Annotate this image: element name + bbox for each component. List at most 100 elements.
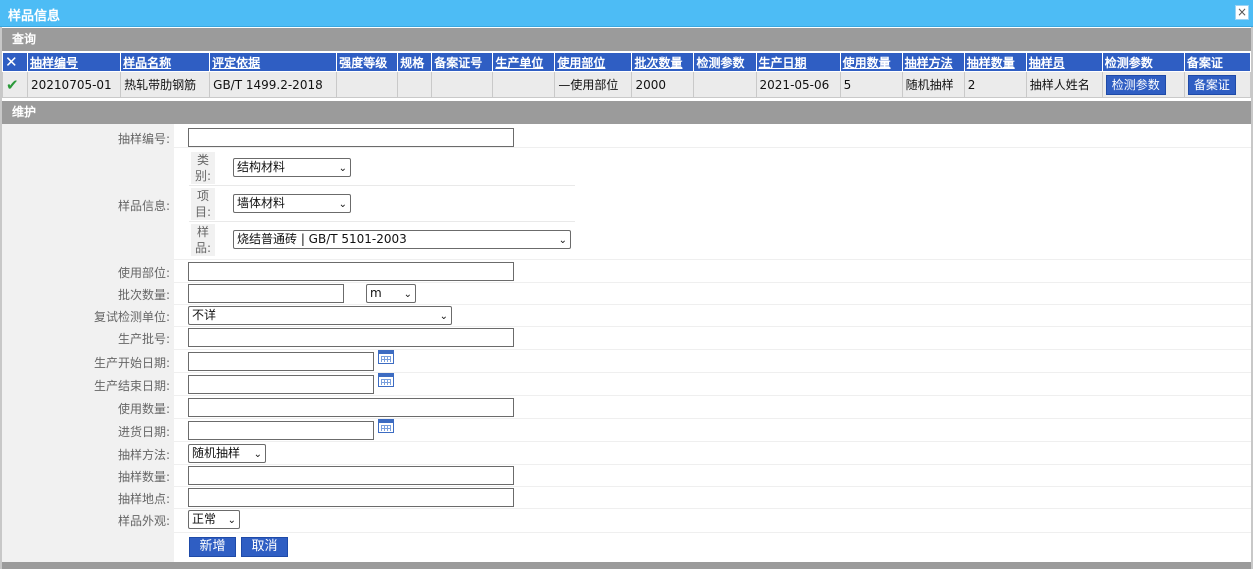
appearance-select[interactable]: 正常 ⌄ [188, 510, 240, 529]
col-basis[interactable]: 评定依据 [209, 52, 338, 72]
item-select[interactable]: 墙体材料 ⌄ [233, 194, 351, 213]
cell-producer [492, 71, 556, 98]
col-sample-name[interactable]: 样品名称 [120, 52, 211, 72]
record-cert-button[interactable]: 备案证 [1187, 74, 1236, 95]
x-icon[interactable]: ✕ [5, 54, 18, 71]
cell-basis: GB/T 1499.2-2018 [209, 71, 338, 98]
col-method[interactable]: 抽样方法 [901, 52, 965, 72]
row-select[interactable]: ✔ [1, 71, 29, 98]
label-sample: 样品: [191, 224, 215, 256]
col-sample-no[interactable]: 抽样编号 [27, 52, 122, 72]
sample-table: ✕ 抽样编号 样品名称 评定依据 强度等级 规格 备案证号 生产单位 使用部位 … [1, 52, 1252, 98]
label-sample-qty: 抽样数量: [117, 470, 170, 484]
row-divider [174, 304, 1251, 305]
row-divider [174, 441, 1251, 442]
col-use-qty[interactable]: 使用数量 [839, 52, 903, 72]
sample-info-group: 类别: 结构材料 ⌄ 项目: 墙体材料 ⌄ 样品: 烧结普通砖 | GB/T 510… [189, 150, 575, 258]
col-params-action: 检测参数 [1101, 52, 1185, 72]
row-divider [174, 508, 1251, 509]
cell-sample-qty: 2 [963, 71, 1027, 98]
label-use-location: 使用部位: [117, 266, 170, 280]
cell-spec [397, 71, 433, 98]
row-divider [174, 349, 1251, 350]
cell-use-location: —使用部位 [554, 71, 633, 98]
chevron-down-icon: ⌄ [253, 449, 262, 460]
cell-record-no [431, 71, 494, 98]
col-batch-qty[interactable]: 批次数量 [631, 52, 695, 72]
row-divider [174, 259, 1251, 260]
calendar-icon[interactable] [378, 373, 394, 387]
cell-test-params [693, 71, 757, 98]
category-select[interactable]: 结构材料 ⌄ [233, 158, 351, 177]
batch-unit-value: m [370, 286, 382, 300]
appearance-value: 正常 [192, 512, 217, 526]
use-qty-input[interactable] [188, 398, 514, 417]
close-icon[interactable]: × [1235, 5, 1249, 20]
cancel-button[interactable]: 取消 [241, 537, 288, 557]
sample-qty-input[interactable] [188, 466, 514, 485]
delete-column-header[interactable]: ✕ [1, 52, 29, 72]
prod-end-input[interactable] [188, 375, 374, 394]
col-record-action: 备案证 [1183, 52, 1252, 72]
label-prod-end: 生产结束日期: [93, 379, 170, 393]
chevron-down-icon: ⌄ [338, 199, 347, 210]
section-maintain: 维护 [2, 101, 1251, 124]
col-strength: 强度等级 [336, 52, 399, 72]
label-item: 项目: [191, 188, 215, 220]
prod-batch-input[interactable] [188, 328, 514, 347]
row-divider [174, 282, 1251, 283]
cell-sample-no: 20210705-01 [27, 71, 122, 98]
nested-divider [189, 221, 575, 222]
col-sampler[interactable]: 抽样员 [1025, 52, 1103, 72]
label-prod-batch: 生产批号: [117, 332, 170, 346]
cell-sample-name: 热轧带肋钢筋 [120, 71, 211, 98]
col-test-params: 检测参数 [693, 52, 757, 72]
label-batch-qty: 批次数量: [117, 288, 170, 302]
check-icon[interactable]: ✔ [6, 76, 19, 94]
label-retest-unit: 复试检测单位: [93, 310, 170, 324]
cell-record-action: 备案证 [1183, 71, 1252, 98]
batch-qty-input[interactable] [188, 284, 344, 303]
label-prod-start: 生产开始日期: [93, 356, 170, 370]
row-divider [174, 464, 1251, 465]
label-location: 抽样地点: [117, 492, 170, 506]
test-params-button[interactable]: 检测参数 [1105, 74, 1166, 95]
prod-start-input[interactable] [188, 352, 374, 371]
label-appearance: 样品外观: [117, 514, 170, 528]
col-sample-qty[interactable]: 抽样数量 [963, 52, 1027, 72]
label-purchase-date: 进货日期: [117, 425, 170, 439]
location-input[interactable] [188, 488, 514, 507]
sample-value: 烧结普通砖 | GB/T 5101-2003 [237, 232, 407, 246]
method-select[interactable]: 随机抽样 ⌄ [188, 444, 266, 463]
window-title: 样品信息 [8, 9, 61, 24]
chevron-down-icon: ⌄ [338, 163, 347, 174]
item-value: 墙体材料 [237, 196, 286, 210]
section-query: 查询 [2, 28, 1251, 51]
chevron-down-icon: ⌄ [403, 289, 412, 300]
col-use-location[interactable]: 使用部位 [554, 52, 633, 72]
table-row[interactable]: ✔ 20210705-01 热轧带肋钢筋 GB/T 1499.2-2018 —使… [1, 71, 1252, 98]
retest-unit-select[interactable]: 不详 ⌄ [188, 306, 452, 325]
batch-unit-select[interactable]: m ⌄ [366, 284, 416, 303]
sample-select[interactable]: 烧结普通砖 | GB/T 5101-2003 ⌄ [233, 230, 571, 249]
use-location-input[interactable] [188, 262, 514, 281]
retest-unit-value: 不详 [192, 308, 217, 322]
sample-no-input[interactable] [188, 128, 514, 147]
bottom-bar [2, 562, 1251, 569]
chevron-down-icon: ⌄ [439, 311, 448, 322]
purchase-date-input[interactable] [188, 421, 374, 440]
col-prod-date[interactable]: 生产日期 [755, 52, 841, 72]
label-use-qty: 使用数量: [117, 402, 170, 416]
col-producer[interactable]: 生产单位 [492, 52, 556, 72]
calendar-icon[interactable] [378, 419, 394, 433]
label-sample-no: 抽样编号: [117, 132, 170, 146]
nested-divider [189, 185, 575, 186]
calendar-icon[interactable] [378, 350, 394, 364]
cell-strength [336, 71, 399, 98]
category-value: 结构材料 [237, 160, 286, 174]
chevron-down-icon: ⌄ [227, 515, 236, 526]
label-method: 抽样方法: [117, 448, 170, 462]
chevron-down-icon: ⌄ [558, 235, 567, 246]
add-button[interactable]: 新增 [189, 537, 236, 557]
row-divider [174, 395, 1251, 396]
